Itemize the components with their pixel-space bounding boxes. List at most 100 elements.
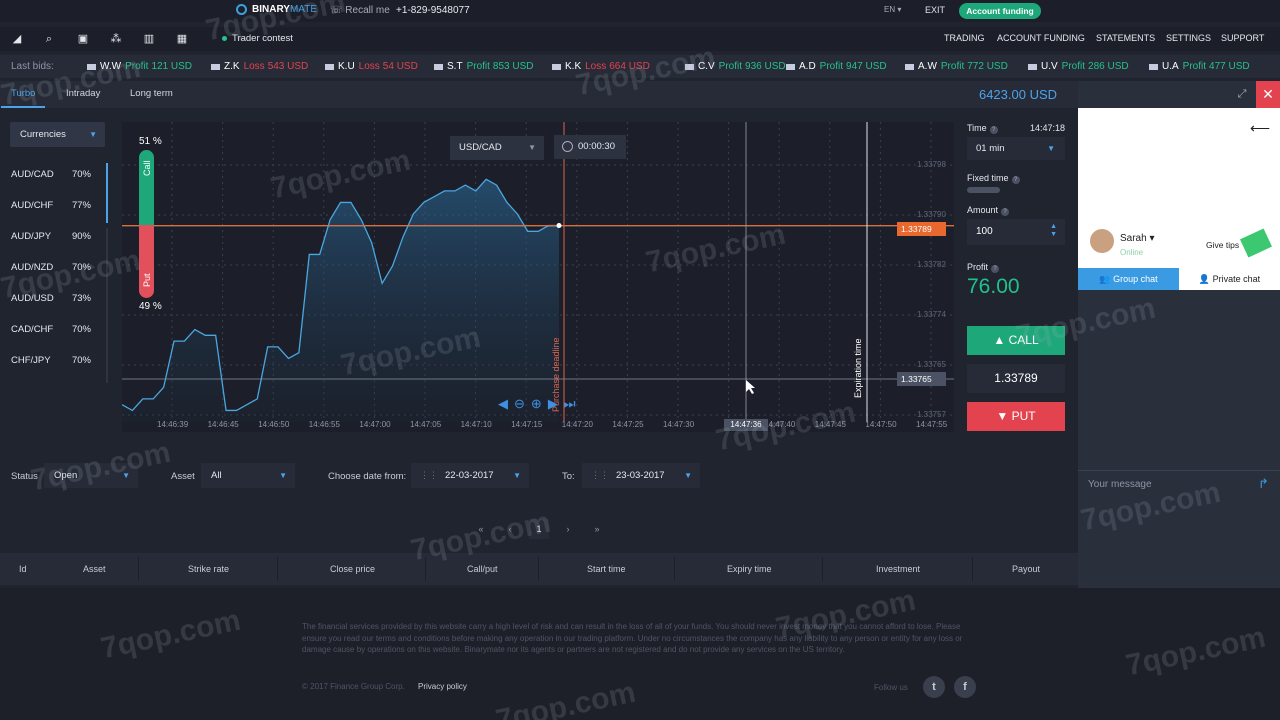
date-to-input[interactable]: ⋮⋮ 23-03-2017 ▼ [582,463,700,488]
nav-link-account-funding[interactable]: ACCOUNT FUNDING [997,33,1085,43]
zoom-out-icon[interactable]: ⊖ [514,396,525,412]
give-tips-link[interactable]: Give tips [1206,240,1239,250]
bid-result: Loss [585,61,607,72]
privacy-policy-link[interactable]: Privacy policy [418,682,467,691]
help-icon[interactable]: ? [991,265,1000,273]
scroll-right-icon[interactable]: ▶ [548,396,558,412]
expiry-time-select[interactable]: 01 min ▼ [967,137,1065,160]
fixed-time-label-text: Fixed time [967,173,1009,183]
nav-link-settings[interactable]: SETTINGS [1166,33,1211,43]
y-axis-tick: 1.33765 [917,360,946,369]
send-icon[interactable]: ↱ [1258,476,1269,492]
price-chart[interactable] [121,122,954,432]
bid-trader: U.A [1162,61,1179,72]
column-header-investment[interactable]: Investment [876,564,920,574]
pair-value: USD/CAD [459,142,502,153]
asset-item[interactable]: AUD/CAD 70% [11,169,91,180]
asset-payout: 77% [71,200,91,211]
nav-link-support[interactable]: SUPPORT [1221,33,1264,43]
asset-category-value: Currencies [20,129,66,140]
agent-name[interactable]: Sarah ▾ [1120,233,1155,244]
bar-chart-icon[interactable]: ▥ [142,33,156,45]
amount-label: Amount? [967,205,1010,216]
help-icon[interactable]: ? [1001,208,1010,216]
tab-long-term[interactable]: Long term [120,81,183,108]
column-header-expiry-time[interactable]: Expiry time [727,564,772,574]
bid-trader: W.W [100,61,122,72]
bid-item: A.D Profit 947 USD [786,61,887,72]
asset-item[interactable]: CAD/CHF 70% [11,324,91,335]
asset-payout: 70% [71,169,91,180]
chevron-down-icon: ▼ [279,471,287,480]
status-select[interactable]: Open ▼ [44,463,138,488]
twitter-icon[interactable]: t [923,676,945,698]
jump-to-latest-icon[interactable]: ⏭ [564,396,576,412]
column-header-start-time[interactable]: Start time [587,564,626,574]
asset-item[interactable]: CHF/JPY 70% [11,355,91,366]
recall-label: Recall me [345,5,390,16]
date-to-value: 23-03-2017 [616,470,665,481]
column-header-strike-rate[interactable]: Strike rate [188,564,229,574]
tab-private-chat[interactable]: 👤 Private chat [1179,268,1280,290]
help-icon[interactable]: ? [989,126,998,134]
column-header-payout[interactable]: Payout [1012,564,1040,574]
trader-contest-link[interactable]: Trader contest [222,33,293,44]
brand-logo[interactable]: BINARY MATE [236,4,317,15]
expand-icon[interactable]: ⤢ [1230,81,1254,108]
language-selector[interactable]: EN ▾ [884,5,901,14]
asset-filter-select[interactable]: All ▼ [201,463,295,488]
current-price: 1.33789 [967,364,1065,393]
column-header-asset[interactable]: Asset [83,564,106,574]
column-header-call-put[interactable]: Call/put [467,564,498,574]
page-prev-button[interactable]: ‹ [500,519,520,539]
amount-stepper-icon[interactable]: ▲ ▼ [1050,223,1057,239]
calendar-icon: ⋮⋮ [591,470,609,480]
tab-turbo[interactable]: Turbo [1,81,46,108]
tab-group-chat[interactable]: 👥 Group chat [1078,268,1179,290]
put-button[interactable]: ▼ PUT [967,402,1065,431]
asset-item[interactable]: AUD/USD 73% [11,293,91,304]
time-label-text: Time [967,123,987,133]
exit-link[interactable]: EXIT [925,5,945,15]
amount-input[interactable]: 100 ▲ ▼ [967,219,1065,245]
column-header-id[interactable]: Id [19,564,27,574]
phone-callback-icon: ☏ [330,5,346,16]
asset-list-scrollbar-thumb[interactable] [106,163,108,223]
search-chart-icon[interactable]: ⌕ [42,33,56,45]
back-arrow-icon[interactable]: ⟵ [1250,120,1270,137]
pair-select[interactable]: USD/CAD ▼ [450,136,544,160]
asset-item[interactable]: AUD/NZD 70% [11,262,91,273]
page-last-button[interactable]: » [587,519,607,539]
date-from-label: Choose date from: [328,471,407,482]
window-icon[interactable]: ▣ [76,33,90,45]
column-header-close-price[interactable]: Close price [330,564,375,574]
page-current[interactable]: 1 [529,519,549,539]
date-from-input[interactable]: ⋮⋮ 22-03-2017 ▼ [411,463,529,488]
brand-mark-icon [236,4,247,15]
scroll-left-icon[interactable]: ◀ [498,396,508,412]
asset-item[interactable]: AUD/CHF 77% [11,200,91,211]
account-funding-button[interactable]: Account funding [959,3,1041,19]
price-chart-canvas [121,122,954,422]
close-icon[interactable]: ✕ [1256,81,1280,108]
nav-link-statements[interactable]: STATEMENTS [1096,33,1155,43]
date-to-label: To: [562,471,575,482]
fixed-time-toggle[interactable] [967,187,1000,193]
tab-intraday[interactable]: Intraday [56,81,110,108]
page-next-button[interactable]: › [558,519,578,539]
asset-category-select[interactable]: Currencies ▼ [10,122,105,147]
call-button[interactable]: ▲ CALL [967,326,1065,355]
facebook-icon[interactable]: f [954,676,976,698]
zoom-in-icon[interactable]: ⊕ [531,396,542,412]
bid-result: Loss [243,61,265,72]
group-icon: 👥 [1099,274,1114,284]
bid-result: Profit [466,61,490,72]
page-first-button[interactable]: « [471,519,491,539]
nav-link-trading[interactable]: TRADING [944,33,985,43]
help-icon[interactable]: ? [1011,176,1020,184]
recall-me-link[interactable]: ☏ Recall me [330,5,390,16]
network-icon[interactable]: ⁂ [109,33,123,45]
area-chart-icon[interactable]: ◢ [10,33,24,45]
calendar-icon[interactable]: ▦ [175,33,189,45]
asset-item[interactable]: AUD/JPY 90% [11,231,91,242]
